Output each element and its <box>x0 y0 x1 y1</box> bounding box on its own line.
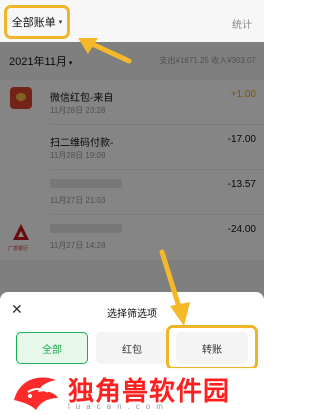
stats-link[interactable]: 统计 <box>232 16 252 31</box>
filter-chip-red-packet[interactable]: 红包 <box>96 332 168 364</box>
sheet-title: 选择筛选项 <box>107 309 157 320</box>
top-bar: 全部账单 ▾ 统计 <box>0 0 264 42</box>
unicorn-logo-icon <box>14 377 58 410</box>
all-bills-filter-button[interactable]: 全部账单 ▾ <box>4 5 70 39</box>
bill-filter-label: 全部账单 <box>11 17 56 29</box>
filter-chip-transfer[interactable]: 转账 <box>176 332 248 364</box>
wechat-bill-page: 全部账单 ▾ 统计 2021年11月 ▾ 支出¥1671.25 收入¥303.07… <box>0 0 264 415</box>
filter-chip-all[interactable]: 全部 <box>16 332 88 364</box>
caret-down-icon: ▾ <box>58 19 63 26</box>
watermark-url: luacan.com <box>68 402 169 411</box>
